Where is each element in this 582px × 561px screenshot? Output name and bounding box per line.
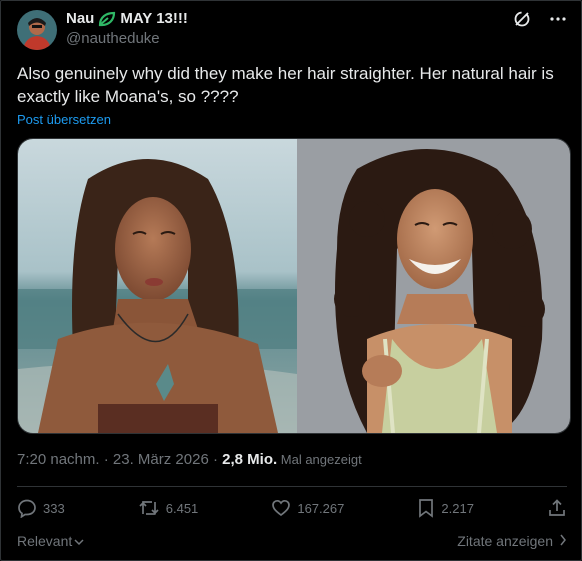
sort-label: Relevant — [17, 533, 73, 549]
media-image-right[interactable] — [297, 139, 570, 433]
portrait-photo-image — [297, 139, 570, 433]
view-quotes-label: Zitate anzeigen — [457, 533, 553, 549]
tweet-meta: 7:20 nachm. · 23. März 2026 · 2,8 Mio. M… — [17, 451, 362, 468]
avatar-icon — [17, 10, 57, 50]
repost-count: 6.451 — [165, 500, 199, 516]
author-name-row[interactable]: Nau MAY 13!!! — [66, 10, 188, 27]
heart-icon — [271, 498, 291, 518]
like-button[interactable]: 167.267 — [271, 498, 344, 518]
chevron-down-icon — [74, 533, 84, 549]
repost-icon — [138, 498, 160, 518]
translate-link[interactable]: Post übersetzen — [17, 112, 111, 127]
reply-button[interactable]: 333 — [17, 498, 65, 518]
reply-count: 333 — [43, 500, 65, 516]
view-quotes-link[interactable]: Zitate anzeigen — [457, 533, 567, 549]
bookmark-count: 2.217 — [441, 500, 474, 516]
reply-icon — [17, 498, 37, 518]
tweet-time[interactable]: 7:20 nachm. — [17, 451, 100, 468]
chevron-right-icon — [559, 533, 567, 549]
repost-button[interactable]: 6.451 — [138, 498, 199, 518]
divider — [17, 486, 567, 487]
sort-dropdown[interactable]: Relevant — [17, 533, 84, 549]
tweet-date[interactable]: 23. März 2026 — [113, 451, 209, 468]
leaf-icon — [98, 11, 116, 27]
tweet-media[interactable] — [17, 138, 571, 434]
author-avatar[interactable] — [17, 10, 57, 50]
meta-separator: · — [99, 451, 113, 468]
like-count: 167.267 — [297, 500, 345, 516]
moana-still-image — [18, 139, 297, 433]
views-label: Mal angezeigt — [277, 452, 362, 467]
author-handle[interactable]: @nautheduke — [66, 30, 160, 47]
views-count: 2,8 Mio. — [222, 451, 278, 468]
replies-footer: Relevant Zitate anzeigen — [17, 533, 567, 549]
meta-separator: · — [208, 451, 223, 468]
share-icon — [547, 498, 567, 518]
grok-icon[interactable] — [512, 9, 532, 29]
top-actions — [512, 9, 568, 29]
more-options-icon[interactable] — [548, 9, 568, 29]
bookmark-icon — [417, 498, 435, 518]
media-image-left[interactable] — [18, 139, 297, 433]
share-button[interactable] — [547, 498, 567, 518]
tweet-text: Also genuinely why did they make her hai… — [17, 64, 554, 106]
tweet-actions: 333 6.451 167.267 2.217 — [17, 498, 567, 518]
author-name[interactable]: Nau — [66, 10, 94, 27]
author-name-suffix: MAY 13!!! — [120, 10, 188, 27]
bookmark-button[interactable]: 2.217 — [417, 498, 474, 518]
